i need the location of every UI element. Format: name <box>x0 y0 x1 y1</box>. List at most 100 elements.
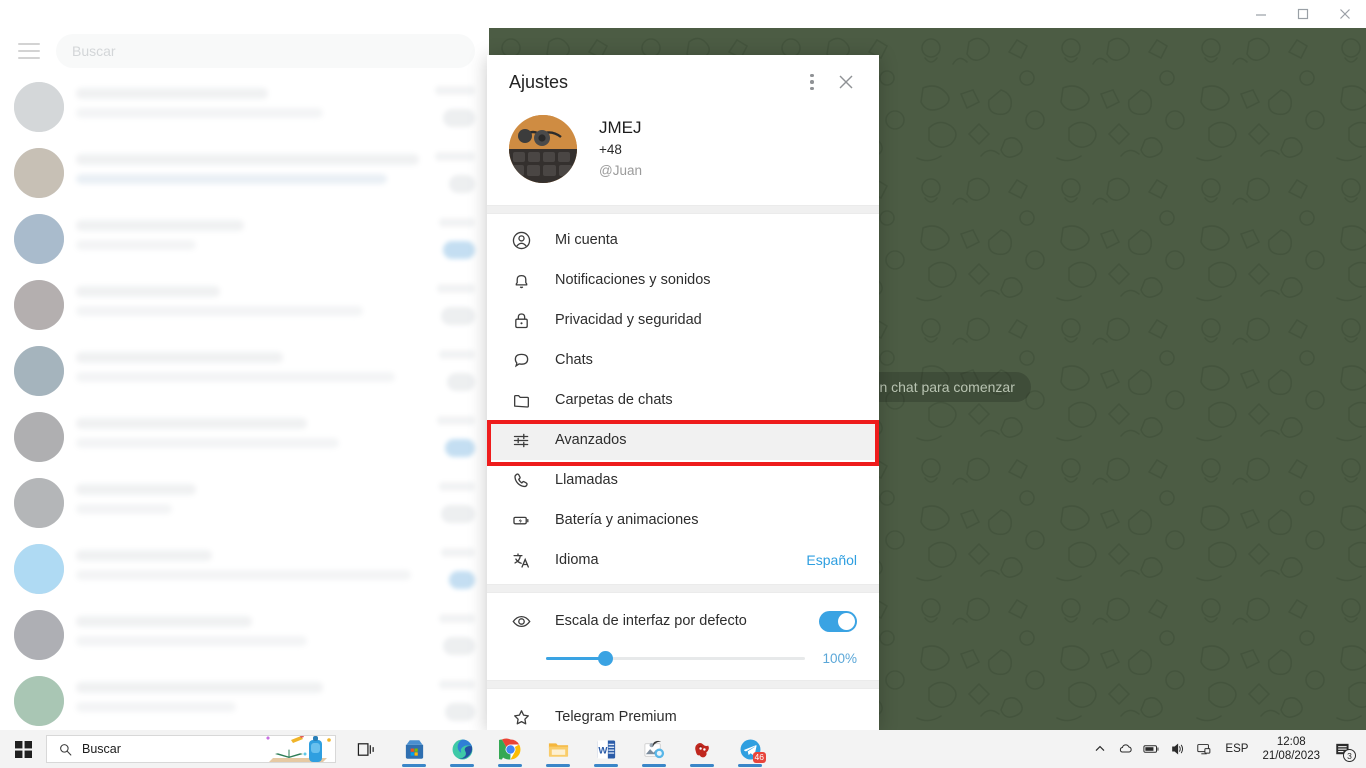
app-microsoft-store[interactable] <box>390 730 438 768</box>
list-item-meta <box>413 152 475 193</box>
onedrive-icon[interactable] <box>1113 730 1139 768</box>
photos-app-icon <box>644 740 664 758</box>
premium-section: Telegram Premium <box>487 689 879 730</box>
menu-item-carpetas[interactable]: Carpetas de chats <box>487 380 879 420</box>
list-item-meta <box>413 416 475 457</box>
chat-list-panel: Buscar <box>0 28 489 730</box>
scale-label: Escala de interfaz por defecto <box>555 613 747 629</box>
menu-item-mi-cuenta[interactable]: Mi cuenta <box>487 220 879 260</box>
list-item-meta <box>413 482 475 523</box>
running-indicator <box>498 764 522 767</box>
network-icon[interactable] <box>1191 730 1217 768</box>
profile-phone: +48 <box>599 142 622 157</box>
taskbar-apps: W 46 <box>342 730 774 768</box>
search-icon <box>55 743 75 756</box>
menu-item-label: Chats <box>555 352 593 368</box>
menu-icon[interactable] <box>14 40 44 62</box>
list-item[interactable] <box>0 140 489 206</box>
menu-item-privacidad[interactable]: Privacidad y seguridad <box>487 300 879 340</box>
list-item-meta <box>413 86 475 127</box>
scale-slider[interactable] <box>546 651 805 666</box>
scale-toggle-row[interactable]: Escala de interfaz por defecto <box>487 603 879 639</box>
battery-tray-icon[interactable] <box>1139 730 1165 768</box>
battery-icon <box>509 508 533 532</box>
scale-slider-row[interactable]: 100% <box>487 639 879 666</box>
close-button[interactable] <box>1324 0 1366 28</box>
app-microsoft-edge[interactable] <box>438 730 486 768</box>
app-microsoft-word[interactable]: W <box>582 730 630 768</box>
minimize-button[interactable] <box>1240 0 1282 28</box>
list-item[interactable] <box>0 668 489 730</box>
app-telegram[interactable]: 46 <box>726 730 774 768</box>
list-item[interactable] <box>0 536 489 602</box>
settings-menu: Mi cuenta Notificaciones y sonidos Priva… <box>487 214 879 584</box>
running-indicator <box>738 764 762 767</box>
clock-date: 21/08/2023 <box>1262 750 1320 762</box>
running-indicator <box>642 764 666 767</box>
taskbar-search-text: Buscar <box>82 742 121 756</box>
app-file-explorer[interactable] <box>534 730 582 768</box>
menu-item-notificaciones[interactable]: Notificaciones y sonidos <box>487 260 879 300</box>
menu-item-llamadas[interactable]: Llamadas <box>487 460 879 500</box>
menu-item-avanzados[interactable]: Avanzados <box>487 420 879 460</box>
translate-icon <box>509 548 533 572</box>
chat-list[interactable] <box>0 74 489 730</box>
profile-section[interactable]: JMEJ +48 @Juan <box>487 109 879 205</box>
avatar-image <box>509 115 577 183</box>
notification-center-button[interactable]: 3 <box>1326 730 1358 768</box>
slider-fill <box>546 657 606 660</box>
phone-icon <box>509 468 533 492</box>
profile-username: @Juan <box>599 163 642 178</box>
app-gimp[interactable] <box>678 730 726 768</box>
settings-dialog: Ajustes JMEJ +48 @Juan Mi cuenta Notific… <box>487 55 879 730</box>
list-item[interactable] <box>0 404 489 470</box>
menu-item-idioma[interactable]: Idioma Español <box>487 540 879 580</box>
divider <box>487 205 879 214</box>
monitor-icon <box>1197 744 1211 755</box>
clock-time: 12:08 <box>1276 736 1306 748</box>
maximize-button[interactable] <box>1282 0 1324 28</box>
avatar <box>14 82 64 132</box>
list-item-meta <box>413 548 475 589</box>
app-google-chrome[interactable] <box>486 730 534 768</box>
list-item[interactable] <box>0 470 489 536</box>
scale-toggle[interactable] <box>819 610 857 632</box>
menu-item-label: Mi cuenta <box>555 232 618 248</box>
running-indicator <box>402 764 426 767</box>
avatar[interactable] <box>509 115 577 183</box>
menu-item-bateria[interactable]: Batería y animaciones <box>487 500 879 540</box>
list-item[interactable] <box>0 602 489 668</box>
list-item-meta <box>413 218 475 259</box>
start-button[interactable] <box>0 730 46 768</box>
divider <box>487 584 879 593</box>
menu-item-telegram-premium[interactable]: Telegram Premium <box>487 697 879 730</box>
running-indicator <box>546 764 570 767</box>
microsoft-word-icon: W <box>597 739 615 759</box>
show-hidden-icons-button[interactable] <box>1087 730 1113 768</box>
lock-icon <box>509 308 533 332</box>
menu-item-label: Llamadas <box>555 472 618 488</box>
profile-info: JMEJ +48 @Juan <box>599 117 642 181</box>
more-options-button[interactable] <box>795 65 829 99</box>
search-input[interactable]: Buscar <box>56 34 475 68</box>
clock[interactable]: 12:08 21/08/2023 <box>1256 735 1326 763</box>
app-photos[interactable] <box>630 730 678 768</box>
slider-handle[interactable] <box>598 651 614 666</box>
language-indicator[interactable]: ESP <box>1217 743 1256 755</box>
taskbar-search-box[interactable]: Buscar <box>46 735 336 763</box>
list-item[interactable] <box>0 338 489 404</box>
list-item[interactable] <box>0 272 489 338</box>
list-item[interactable] <box>0 74 489 140</box>
list-item[interactable] <box>0 206 489 272</box>
dialog-close-button[interactable] <box>829 65 863 99</box>
volume-icon[interactable] <box>1165 730 1191 768</box>
telegram-unread-badge: 46 <box>752 752 766 763</box>
menu-item-label: Telegram Premium <box>555 709 677 725</box>
taskview-button[interactable] <box>342 730 390 768</box>
menu-item-label: Notificaciones y sonidos <box>555 272 711 288</box>
windows-logo-icon <box>14 740 32 758</box>
google-chrome-icon <box>498 738 520 760</box>
menu-item-chats[interactable]: Chats <box>487 340 879 380</box>
profile-name: JMEJ <box>599 118 642 137</box>
account-circle-icon <box>509 228 533 252</box>
